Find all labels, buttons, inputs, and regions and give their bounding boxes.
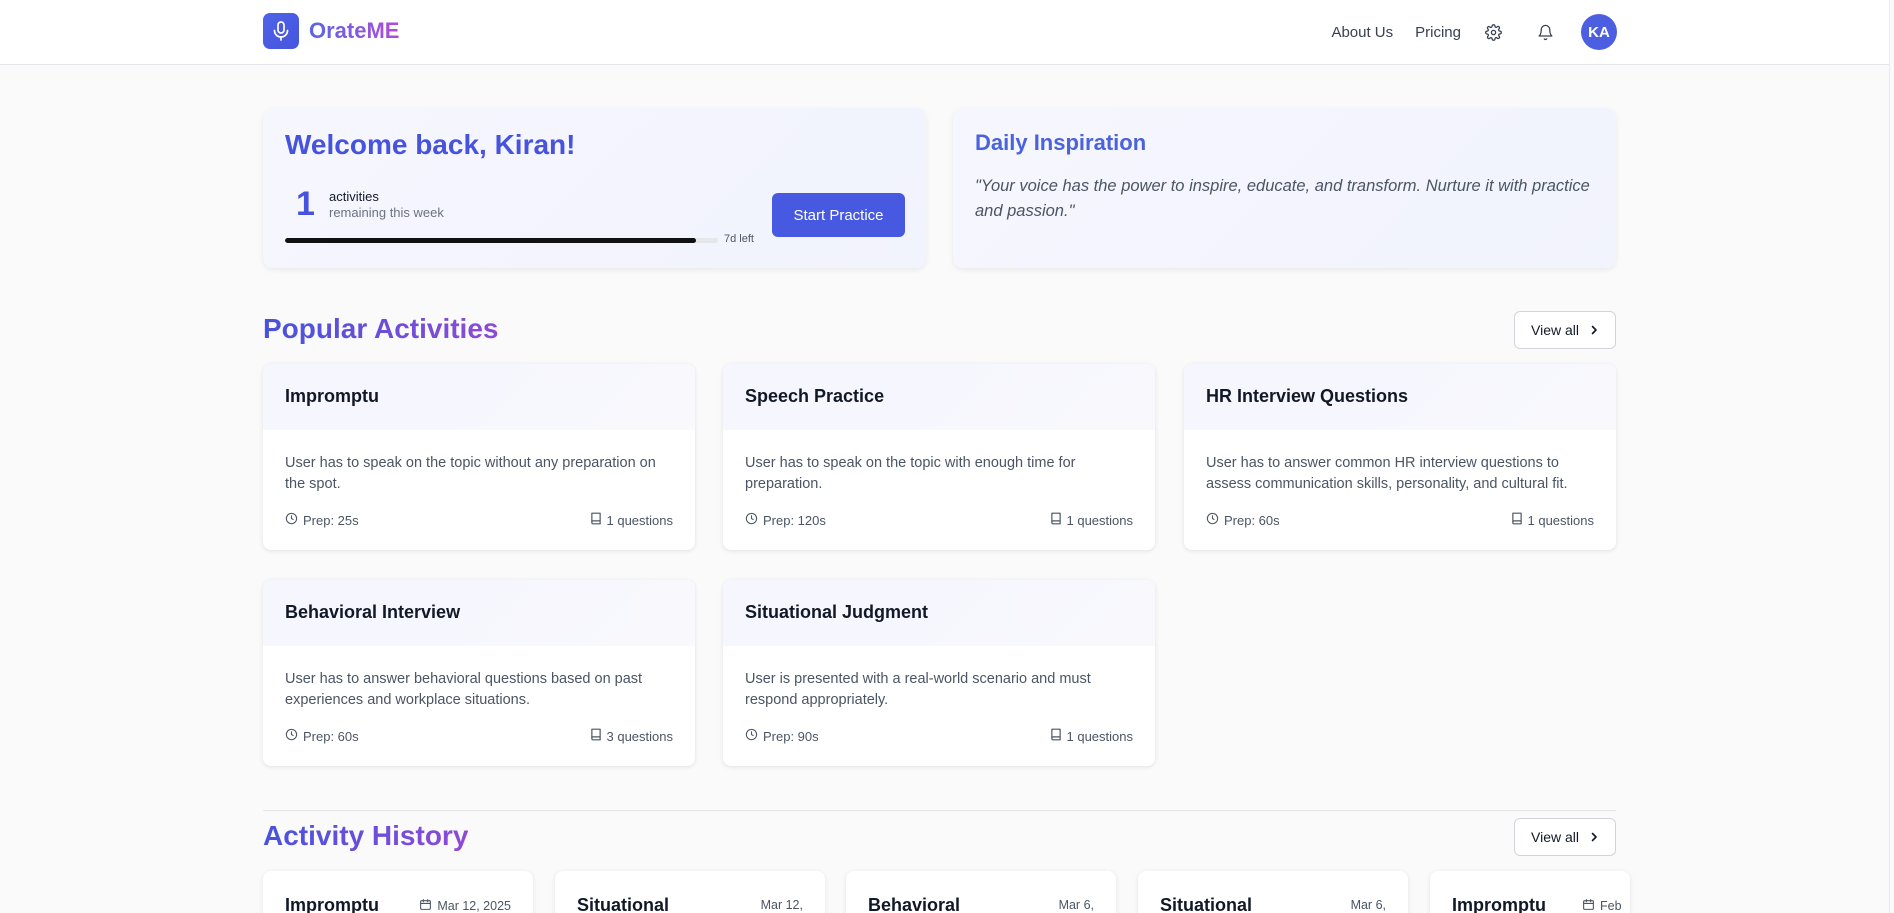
popular-view-all-button[interactable]: View all	[1514, 311, 1616, 349]
welcome-card: Welcome back, Kiran! 1 activities remain…	[263, 108, 926, 268]
activity-card[interactable]: Behavioral Interview User has to answer b…	[263, 580, 695, 766]
activity-card[interactable]: Speech Practice User has to speak on the …	[723, 364, 1155, 550]
prep-time: Prep: 90s	[745, 728, 819, 744]
question-count: 1 questions	[1511, 512, 1595, 528]
prep-time-label: Prep: 25s	[303, 512, 359, 528]
prep-time: Prep: 25s	[285, 512, 359, 528]
activity-card[interactable]: Impromptu User has to speak on the topic …	[263, 364, 695, 550]
history-date: Mar 6,	[1346, 898, 1386, 912]
chevron-right-icon	[1591, 832, 1597, 842]
brand-logo[interactable]: OrateME	[263, 13, 399, 49]
history-card[interactable]: Impromptu Feb	[1430, 871, 1630, 913]
prep-time-label: Prep: 120s	[763, 512, 826, 528]
activity-card[interactable]: Situational Judgment User is presented wi…	[723, 580, 1155, 766]
gear-icon[interactable]	[1483, 22, 1503, 42]
calendar-icon	[1582, 898, 1595, 913]
brand-name: OrateME	[309, 18, 400, 43]
history-title: Situational	[577, 895, 670, 913]
activity-description: User has to answer behavioral questions …	[285, 671, 643, 708]
activity-title: HR Interview Questions	[1184, 364, 1616, 430]
history-date: Mar 12,	[756, 898, 803, 912]
book-icon	[590, 728, 602, 744]
nav-about-us[interactable]: About Us	[1331, 24, 1393, 41]
activity-title: Impromptu	[263, 364, 695, 430]
section-divider	[263, 810, 1616, 811]
activity-description: User has to speak on the topic without a…	[285, 455, 656, 492]
activity-title: Behavioral Interview	[263, 580, 695, 646]
welcome-title: Welcome back, Kiran!	[285, 129, 576, 160]
question-count: 1 questions	[1050, 512, 1134, 528]
history-view-all-button[interactable]: View all	[1514, 818, 1616, 856]
history-title: Impromptu	[1452, 895, 1546, 913]
activity-description: User has to answer common HR interview q…	[1206, 455, 1568, 492]
daily-inspiration-card: Daily Inspiration "Your voice has the po…	[953, 108, 1616, 268]
activities-sublabel: remaining this week	[329, 205, 444, 220]
activities-remaining-count: 1	[296, 185, 315, 223]
history-card[interactable]: Behavioral Mar 6,	[846, 871, 1116, 913]
mic-icon	[263, 13, 299, 49]
prep-time: Prep: 60s	[285, 728, 359, 744]
question-count-label: 1 questions	[1527, 512, 1595, 528]
book-icon	[1511, 512, 1523, 528]
activity-history-heading: Activity History	[263, 820, 469, 851]
view-all-label: View all	[1531, 322, 1579, 338]
history-title: Situational	[1160, 895, 1253, 913]
nav-pricing[interactable]: Pricing	[1415, 24, 1461, 41]
history-date-label: Mar 12, 2025	[437, 899, 511, 913]
clock-icon	[285, 512, 298, 528]
days-left-label: 7d left	[724, 233, 754, 245]
activity-description: User has to speak on the topic with enou…	[745, 455, 1076, 492]
history-title: Behavioral	[868, 895, 961, 913]
top-nav-bar: OrateME About Us Pricing KA	[0, 0, 1889, 65]
book-icon	[1050, 728, 1062, 744]
history-date: Mar 12, 2025	[419, 898, 511, 913]
chevron-right-icon	[1591, 325, 1597, 335]
activities-label: activities	[329, 189, 379, 204]
clock-icon	[1206, 512, 1219, 528]
question-count: 1 questions	[1050, 728, 1134, 744]
history-date-label: Mar 12,	[760, 898, 803, 912]
question-count-label: 3 questions	[606, 728, 674, 744]
activity-description: User is presented with a real-world scen…	[745, 671, 1091, 708]
history-date: Mar 6,	[1054, 898, 1094, 912]
inspiration-quote: "Your voice has the power to inspire, ed…	[975, 177, 1590, 220]
view-all-label: View all	[1531, 829, 1579, 845]
book-icon	[590, 512, 602, 528]
prep-time-label: Prep: 60s	[303, 728, 359, 744]
clock-icon	[285, 728, 298, 744]
history-card[interactable]: Situational Mar 6,	[1138, 871, 1408, 913]
clock-icon	[745, 728, 758, 744]
nav-menu: About Us Pricing KA	[1331, 13, 1617, 51]
avatar[interactable]: KA	[1581, 14, 1617, 50]
prep-time-label: Prep: 90s	[763, 728, 819, 744]
question-count-label: 1 questions	[1066, 728, 1134, 744]
history-date: Feb	[1582, 898, 1622, 913]
prep-time-label: Prep: 60s	[1224, 512, 1280, 528]
inspiration-title: Daily Inspiration	[975, 130, 1147, 155]
activity-title: Situational Judgment	[723, 580, 1155, 646]
weekly-progress-bar	[285, 238, 718, 243]
activity-title: Speech Practice	[723, 364, 1155, 430]
history-date-label: Feb	[1600, 899, 1622, 913]
question-count: 1 questions	[590, 512, 674, 528]
start-practice-button[interactable]: Start Practice	[772, 193, 905, 237]
history-date-label: Mar 6,	[1350, 898, 1386, 912]
history-card[interactable]: Impromptu Mar 12, 2025	[263, 871, 533, 913]
popular-activities-heading: Popular Activities	[263, 313, 499, 344]
bell-icon[interactable]	[1535, 22, 1555, 42]
question-count-label: 1 questions	[1066, 512, 1134, 528]
history-date-label: Mar 6,	[1058, 898, 1094, 912]
history-title: Impromptu	[285, 895, 379, 913]
prep-time: Prep: 120s	[745, 512, 826, 528]
weekly-progress-fill	[285, 238, 697, 243]
question-count-label: 1 questions	[606, 512, 674, 528]
prep-time: Prep: 60s	[1206, 512, 1280, 528]
clock-icon	[745, 512, 758, 528]
activity-card[interactable]: HR Interview Questions User has to answer…	[1184, 364, 1616, 550]
question-count: 3 questions	[590, 728, 674, 744]
calendar-icon	[419, 898, 432, 913]
book-icon	[1050, 512, 1062, 528]
history-card[interactable]: Situational Mar 12,	[555, 871, 825, 913]
scrollbar[interactable]	[1889, 0, 1894, 913]
